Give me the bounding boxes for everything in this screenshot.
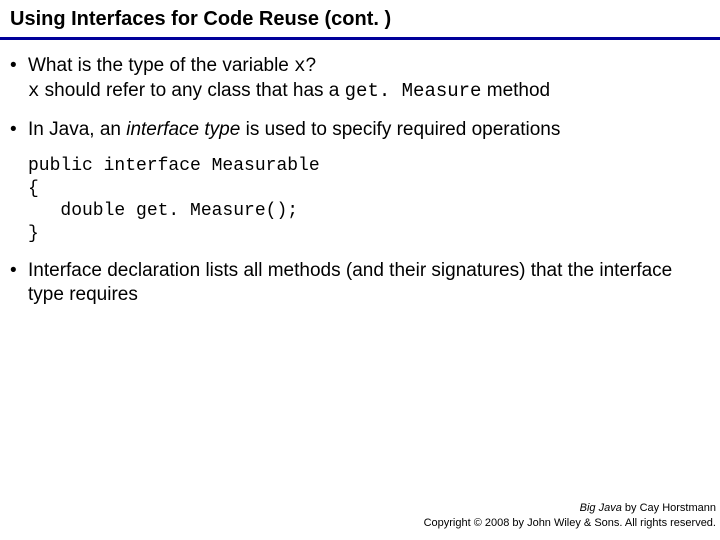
footer-book: Big Java <box>580 502 622 514</box>
bullet-text: Interface declaration lists all methods … <box>28 259 710 307</box>
slide-header: Using Interfaces for Code Reuse (cont. ) <box>0 0 720 40</box>
bullet-3: • Interface declaration lists all method… <box>10 259 710 307</box>
slide-footer: Big Java by Cay Horstmann Copyright © 20… <box>424 501 716 530</box>
b1-code-x2: x <box>28 80 39 102</box>
slide-title: Using Interfaces for Code Reuse (cont. ) <box>10 8 710 31</box>
bullet-2: • In Java, an interface type is used to … <box>10 118 710 142</box>
bullet-dot: • <box>10 54 28 104</box>
code-l4: } <box>28 224 39 244</box>
bullet-dot: • <box>10 118 28 142</box>
footer-by: by Cay Horstmann <box>622 502 716 514</box>
code-l3: double get. Measure(); <box>28 201 298 221</box>
code-block: public interface Measurable { double get… <box>28 155 710 245</box>
footer-line1: Big Java by Cay Horstmann <box>424 501 716 515</box>
b2-italic: interface type <box>126 119 240 140</box>
b1-line2-b: method <box>481 80 550 101</box>
slide-content: • What is the type of the variable x? x … <box>0 40 720 307</box>
code-l1: public interface Measurable <box>28 156 320 176</box>
bullet-1: • What is the type of the variable x? x … <box>10 54 710 104</box>
b1-text-b: ? <box>306 55 317 76</box>
bullet-text: In Java, an interface type is used to sp… <box>28 118 710 142</box>
b1-code-getmeasure: get. Measure <box>345 80 482 102</box>
b2-text-a: In Java, an <box>28 119 126 140</box>
b1-line2-a: should refer to any class that has a <box>39 80 344 101</box>
b2-text-b: is used to specify required operations <box>240 119 560 140</box>
bullet-text: What is the type of the variable x? x sh… <box>28 54 710 104</box>
b1-code-x: x <box>294 55 305 77</box>
bullet-dot: • <box>10 259 28 307</box>
footer-copyright: Copyright © 2008 by John Wiley & Sons. A… <box>424 516 716 530</box>
b1-text-a: What is the type of the variable <box>28 55 294 76</box>
code-l2: { <box>28 179 39 199</box>
